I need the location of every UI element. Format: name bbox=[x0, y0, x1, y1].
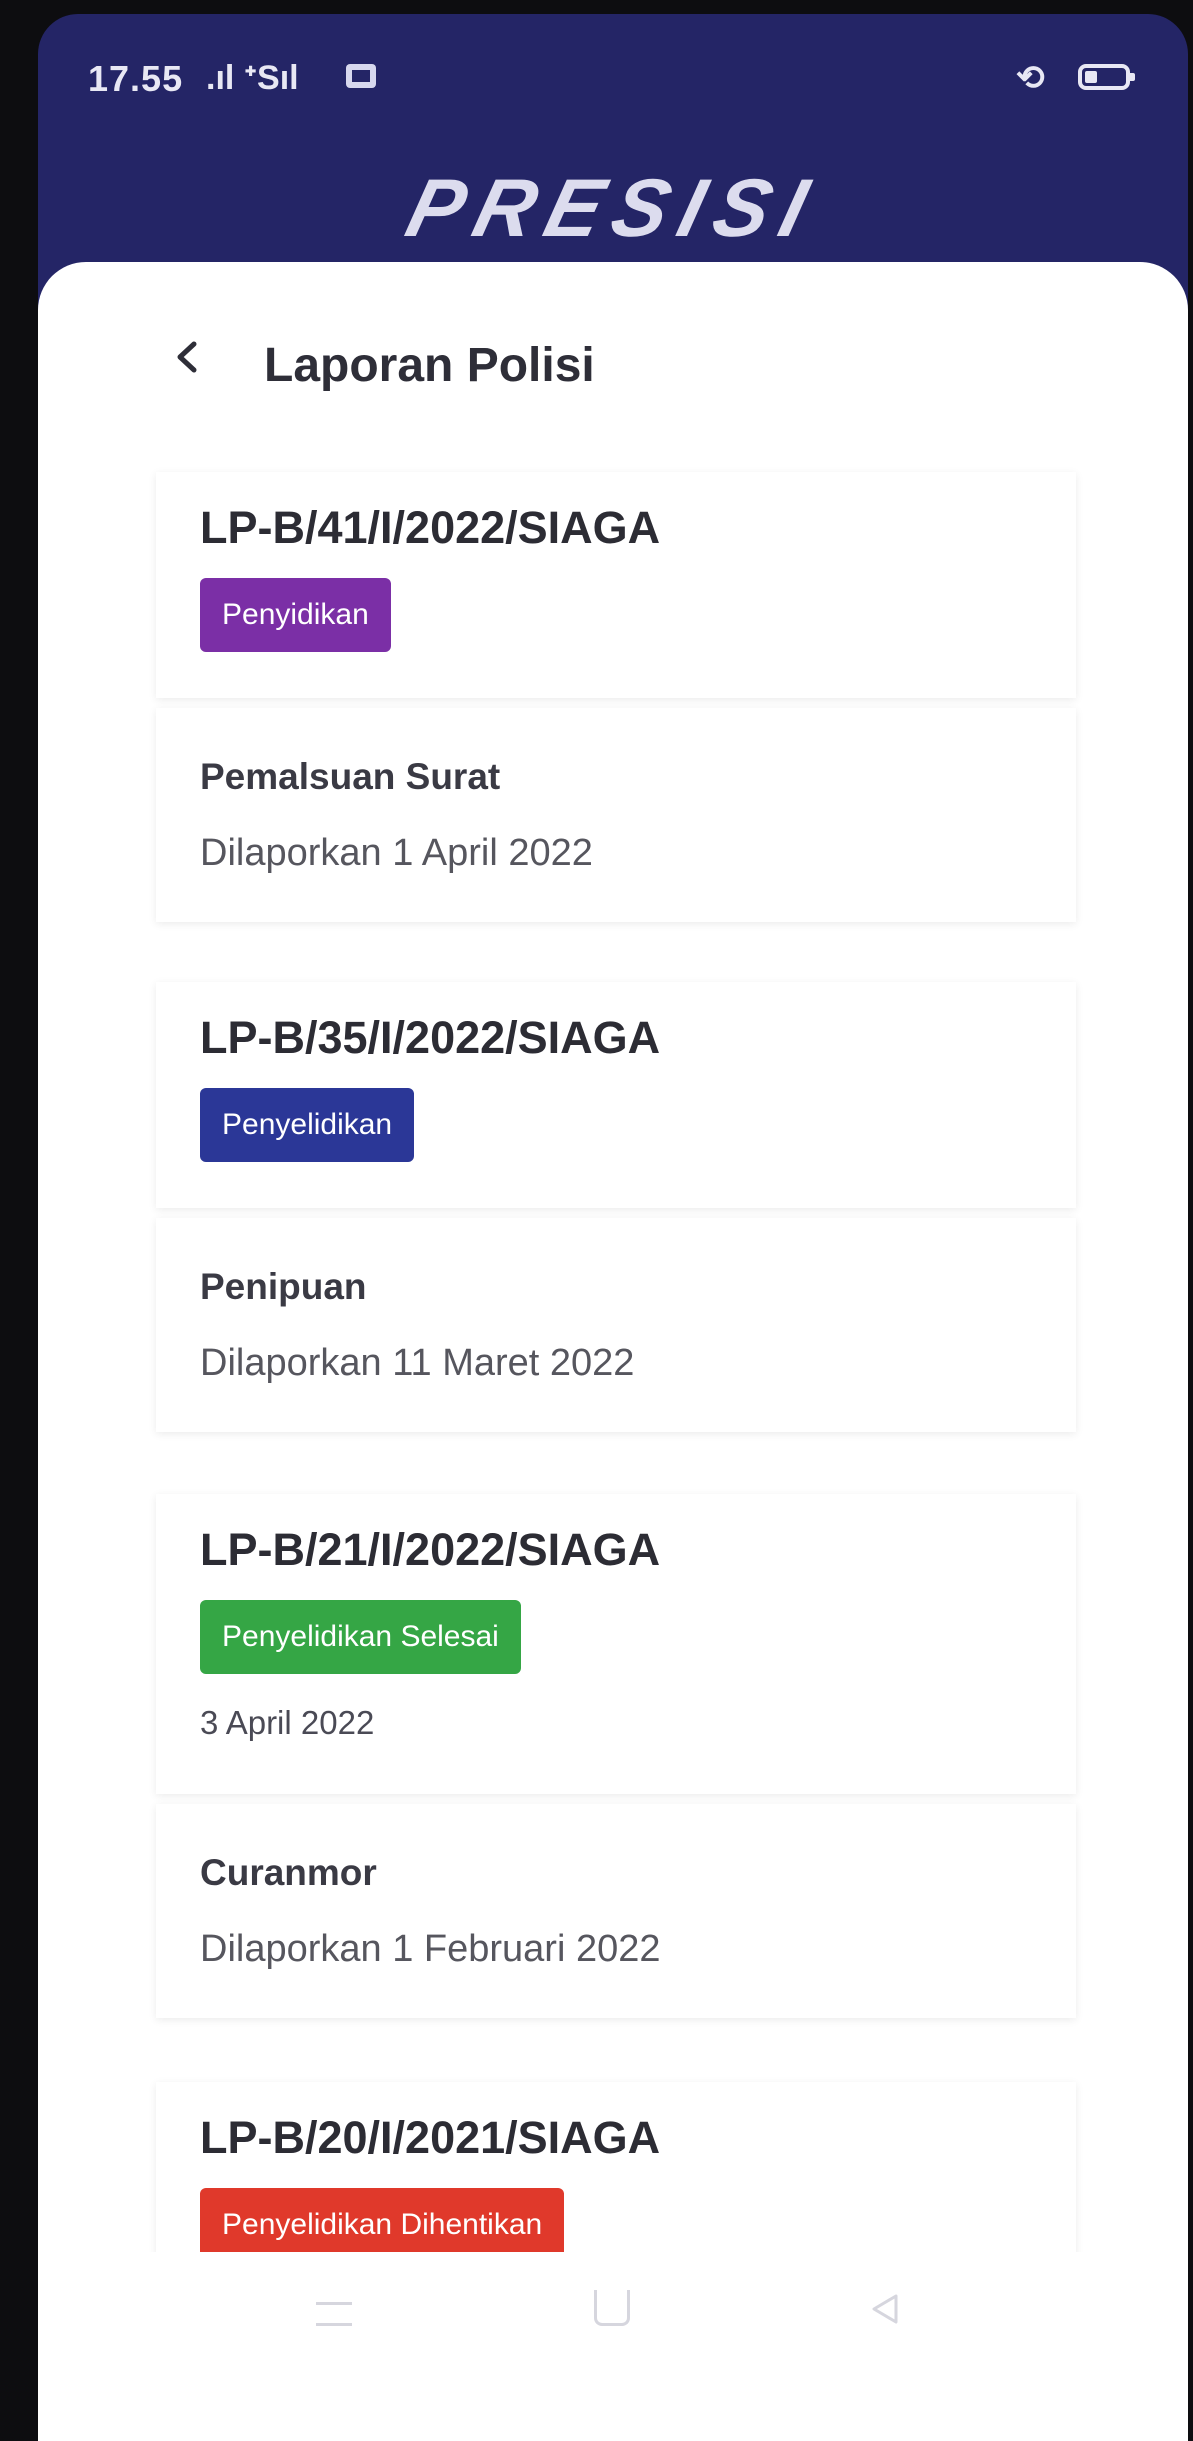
case-type: Curanmor bbox=[200, 1852, 377, 1893]
back-triangle-icon[interactable] bbox=[868, 2292, 902, 2326]
content-sheet: Laporan Polisi LP-B/41/I/2022/SIAGA Peny… bbox=[38, 262, 1188, 2441]
report-card-header[interactable]: LP-B/41/I/2022/SIAGA Penyidikan bbox=[156, 472, 1076, 698]
report-number: LP-B/21/I/2022/SIAGA bbox=[200, 1524, 661, 1575]
page-header: Laporan Polisi bbox=[38, 262, 1188, 432]
report-card-header[interactable]: LP-B/35/I/2022/SIAGA Penyelidikan bbox=[156, 982, 1076, 1208]
status-badge: Penyelidikan Selesai bbox=[200, 1600, 521, 1674]
chevron-left-icon[interactable] bbox=[166, 336, 208, 378]
status-date: 3 April 2022 bbox=[200, 1704, 375, 1741]
report-card-detail[interactable]: Curanmor Dilaporkan 1 Februari 2022 bbox=[156, 1804, 1076, 2018]
page-title: Laporan Polisi bbox=[264, 339, 595, 392]
report-card-detail[interactable]: Penipuan Dilaporkan 11 Maret 2022 bbox=[156, 1218, 1076, 1432]
report-date: Dilaporkan 1 April 2022 bbox=[200, 832, 593, 874]
report-number: LP-B/20/I/2021/SIAGA bbox=[200, 2112, 661, 2163]
home-icon[interactable] bbox=[594, 2290, 630, 2326]
report-card-header[interactable]: LP-B/21/I/2022/SIAGA Penyelidikan Selesa… bbox=[156, 1494, 1076, 1794]
report-date: Dilaporkan 11 Maret 2022 bbox=[200, 1342, 635, 1384]
status-time: 17.55 bbox=[88, 58, 184, 99]
phone-screen: 17.55 .ıl ᐩSıl ⟲ PRESISI Laporan Polisi … bbox=[38, 14, 1188, 2441]
report-number: LP-B/41/I/2022/SIAGA bbox=[200, 502, 661, 553]
status-badge: Penyelidikan bbox=[200, 1088, 415, 1162]
case-type: Pemalsuan Surat bbox=[200, 756, 501, 797]
report-card-detail[interactable]: Pemalsuan Surat Dilaporkan 1 April 2022 bbox=[156, 708, 1076, 922]
app-logo: PRESISI bbox=[397, 163, 829, 254]
report-date: Dilaporkan 1 Februari 2022 bbox=[200, 1928, 661, 1970]
status-bar: 17.55 .ıl ᐩSıl ⟲ bbox=[38, 14, 1188, 144]
case-type: Penipuan bbox=[200, 1266, 367, 1307]
signal-icon: .ıl ᐩSıl bbox=[206, 59, 299, 97]
system-nav-bar bbox=[38, 2252, 1188, 2392]
message-icon bbox=[346, 64, 376, 88]
status-badge: Penyidikan bbox=[200, 578, 391, 652]
report-number: LP-B/35/I/2022/SIAGA bbox=[200, 1012, 661, 1063]
battery-icon bbox=[1078, 64, 1135, 90]
menu-icon[interactable] bbox=[316, 2302, 352, 2326]
rotate-lock-icon: ⟲ bbox=[1016, 59, 1045, 97]
status-badge: Penyelidikan Dihentikan bbox=[200, 2188, 565, 2262]
